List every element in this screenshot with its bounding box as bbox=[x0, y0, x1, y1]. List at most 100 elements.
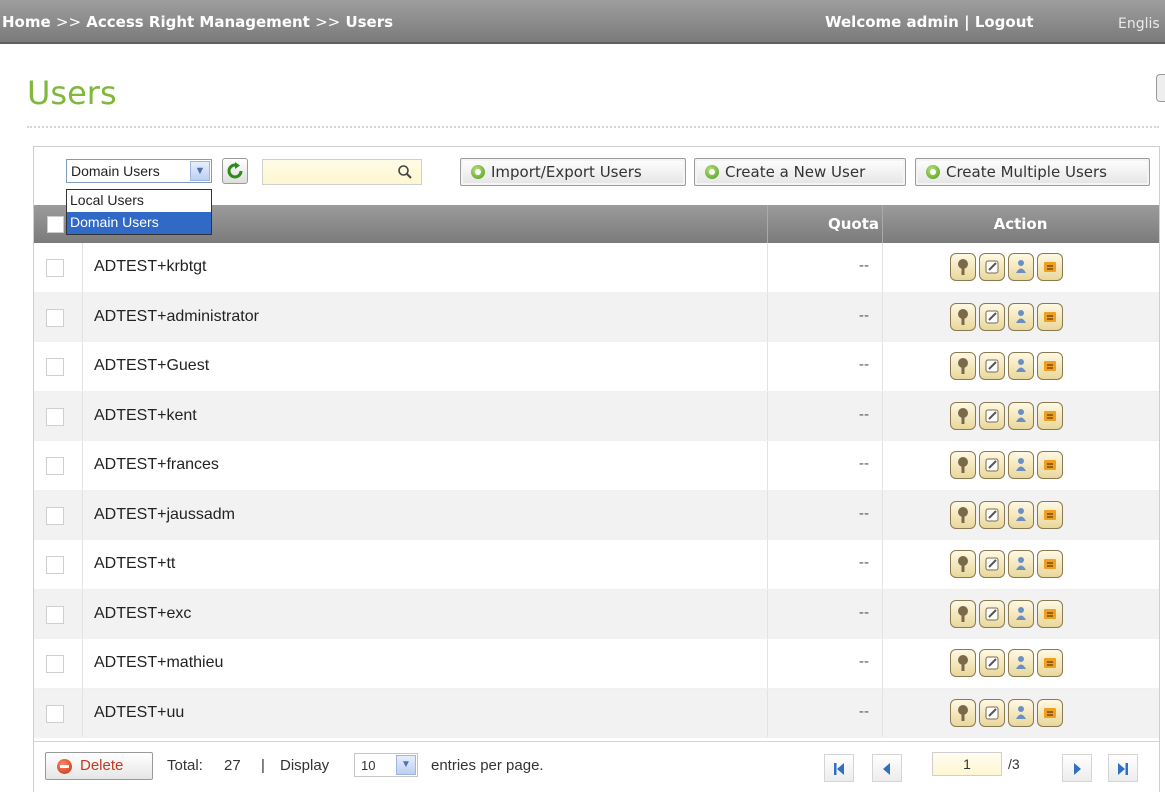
search-input[interactable] bbox=[267, 161, 399, 185]
row-checkbox[interactable] bbox=[46, 358, 64, 376]
logout-link[interactable]: Logout bbox=[975, 13, 1034, 31]
row-action-user-group-button[interactable]: user-group-icon bbox=[1008, 401, 1034, 430]
import-export-users-button[interactable]: Import/Export Users bbox=[460, 158, 686, 186]
option-local-users[interactable]: Local Users bbox=[67, 190, 211, 212]
row-action-user-group-button[interactable]: user-group-icon bbox=[1008, 599, 1034, 628]
row-action-user-group-button[interactable]: user-group-icon bbox=[1008, 649, 1034, 677]
row-checkbox[interactable] bbox=[46, 655, 64, 673]
row-action-password-button[interactable]: password-icon bbox=[950, 500, 976, 529]
search-icon[interactable] bbox=[397, 164, 413, 180]
row-action-user-group-button[interactable]: user-group-icon bbox=[1008, 500, 1034, 529]
row-action-password-button[interactable]: password-icon bbox=[950, 352, 976, 380]
row-checkbox[interactable] bbox=[46, 704, 64, 723]
row-action-user-group-button[interactable]: user-group-icon bbox=[1008, 302, 1034, 331]
column-divider bbox=[882, 391, 883, 440]
column-divider bbox=[882, 688, 883, 737]
row-action-edit-button[interactable]: edit-icon bbox=[979, 500, 1005, 529]
user-name: ADTEST+kent bbox=[94, 406, 197, 424]
first-page-button[interactable] bbox=[824, 754, 854, 782]
create-multiple-users-button[interactable]: Create Multiple Users bbox=[915, 158, 1150, 186]
row-checkbox[interactable] bbox=[46, 506, 64, 525]
last-page-button[interactable] bbox=[1108, 754, 1138, 782]
row-action-user-group-button[interactable]: user-group-icon bbox=[1008, 698, 1034, 727]
row-action-folder-permission-button[interactable]: folder-permission-icon bbox=[1037, 550, 1063, 578]
row-action-folder-permission-button[interactable]: folder-permission-icon bbox=[1037, 599, 1063, 628]
row-checkbox[interactable] bbox=[46, 259, 64, 277]
table-row: ADTEST+krbtgt -- password-iconedit-iconuse… bbox=[34, 243, 1159, 293]
select-all-checkbox[interactable] bbox=[47, 216, 64, 233]
row-checkbox[interactable] bbox=[46, 308, 64, 327]
column-divider bbox=[767, 688, 768, 737]
row-action-password-button[interactable]: password-icon bbox=[950, 253, 976, 281]
total-count: 27 bbox=[224, 757, 241, 774]
breadcrumb: Home >> Access Right Management >> Users bbox=[2, 13, 393, 31]
row-action-folder-permission-button[interactable]: folder-permission-icon bbox=[1037, 302, 1063, 331]
option-domain-users[interactable]: Domain Users bbox=[67, 212, 211, 234]
language-selector[interactable]: Englis bbox=[1118, 16, 1160, 32]
column-divider bbox=[767, 391, 768, 440]
row-action-password-button[interactable]: password-icon bbox=[950, 401, 976, 430]
row-action-password-button[interactable]: password-icon bbox=[950, 451, 976, 479]
column-header-quota[interactable]: Quota bbox=[769, 215, 879, 233]
table-row: ADTEST+kent -- password-iconedit-iconuser-… bbox=[34, 391, 1159, 441]
entries-per-page-select[interactable]: 10 ▼ bbox=[354, 753, 418, 777]
row-action-folder-permission-button[interactable]: folder-permission-icon bbox=[1037, 401, 1063, 430]
row-action-edit-button[interactable]: edit-icon bbox=[979, 550, 1005, 578]
column-divider bbox=[882, 243, 883, 292]
row-action-user-group-button[interactable]: user-group-icon bbox=[1008, 352, 1034, 380]
row-action-folder-permission-button[interactable]: folder-permission-icon bbox=[1037, 649, 1063, 677]
row-action-folder-permission-button[interactable]: folder-permission-icon bbox=[1037, 698, 1063, 727]
side-panel-handle[interactable] bbox=[1156, 74, 1165, 102]
breadcrumb-access-right[interactable]: Access Right Management bbox=[86, 13, 310, 31]
user-name: ADTEST+frances bbox=[94, 456, 219, 473]
breadcrumb-home[interactable]: Home bbox=[2, 13, 51, 31]
row-action-folder-permission-button[interactable]: folder-permission-icon bbox=[1037, 500, 1063, 529]
current-page-input[interactable]: 1 bbox=[932, 752, 1002, 776]
row-action-password-button[interactable]: password-icon bbox=[950, 550, 976, 578]
user-type-select[interactable]: Domain Users ▼ bbox=[66, 159, 212, 183]
row-action-edit-button[interactable]: edit-icon bbox=[979, 253, 1005, 281]
row-action-edit-button[interactable]: edit-icon bbox=[979, 599, 1005, 628]
row-action-edit-button[interactable]: edit-icon bbox=[979, 302, 1005, 331]
row-action-user-group-button[interactable]: user-group-icon bbox=[1008, 550, 1034, 578]
top-bar: Home >> Access Right Management >> Users… bbox=[0, 0, 1165, 44]
column-header-action: Action bbox=[993, 215, 1048, 233]
row-action-folder-permission-button[interactable]: folder-permission-icon bbox=[1037, 253, 1063, 281]
row-action-edit-button[interactable]: edit-icon bbox=[979, 401, 1005, 430]
entries-per-page-label: entries per page. bbox=[431, 757, 544, 774]
delete-button[interactable]: Delete bbox=[45, 752, 153, 780]
column-divider bbox=[767, 490, 768, 539]
row-action-folder-permission-button[interactable]: folder-permission-icon bbox=[1037, 451, 1063, 479]
create-new-user-label: Create a New User bbox=[725, 163, 866, 181]
row-action-edit-button[interactable]: edit-icon bbox=[979, 352, 1005, 380]
row-action-folder-permission-button[interactable]: folder-permission-icon bbox=[1037, 352, 1063, 380]
row-action-user-group-button[interactable]: user-group-icon bbox=[1008, 451, 1034, 479]
refresh-button[interactable] bbox=[222, 158, 248, 184]
chevron-down-icon[interactable]: ▼ bbox=[396, 755, 416, 775]
create-new-user-button[interactable]: Create a New User bbox=[694, 158, 906, 186]
row-checkbox[interactable] bbox=[46, 605, 64, 624]
add-circle-icon bbox=[471, 165, 485, 179]
row-action-edit-button[interactable]: edit-icon bbox=[979, 649, 1005, 677]
table-row: ADTEST+tt -- password-iconedit-iconuser-gr… bbox=[34, 540, 1159, 590]
welcome-area: Welcome admin | Logout bbox=[825, 13, 1034, 31]
row-action-edit-button[interactable]: edit-icon bbox=[979, 451, 1005, 479]
user-quota: -- bbox=[858, 406, 869, 423]
row-action-password-button[interactable]: password-icon bbox=[950, 302, 976, 331]
user-name: ADTEST+exc bbox=[94, 604, 192, 622]
chevron-down-icon[interactable]: ▼ bbox=[190, 161, 210, 181]
row-action-password-button[interactable]: password-icon bbox=[950, 599, 976, 628]
row-action-user-group-button[interactable]: user-group-icon bbox=[1008, 253, 1034, 281]
row-checkbox[interactable] bbox=[46, 457, 64, 475]
row-action-password-button[interactable]: password-icon bbox=[950, 698, 976, 727]
column-divider bbox=[767, 243, 768, 292]
row-checkbox[interactable] bbox=[46, 556, 64, 574]
previous-page-button[interactable] bbox=[872, 754, 902, 782]
row-actions: password-iconedit-iconuser-group-iconfol… bbox=[950, 253, 1066, 283]
previous-page-icon bbox=[883, 763, 890, 775]
row-action-password-button[interactable]: password-icon bbox=[950, 649, 976, 677]
row-action-edit-button[interactable]: edit-icon bbox=[979, 698, 1005, 727]
user-name: ADTEST+mathieu bbox=[94, 654, 224, 671]
row-checkbox[interactable] bbox=[46, 407, 64, 426]
next-page-button[interactable] bbox=[1062, 754, 1092, 782]
